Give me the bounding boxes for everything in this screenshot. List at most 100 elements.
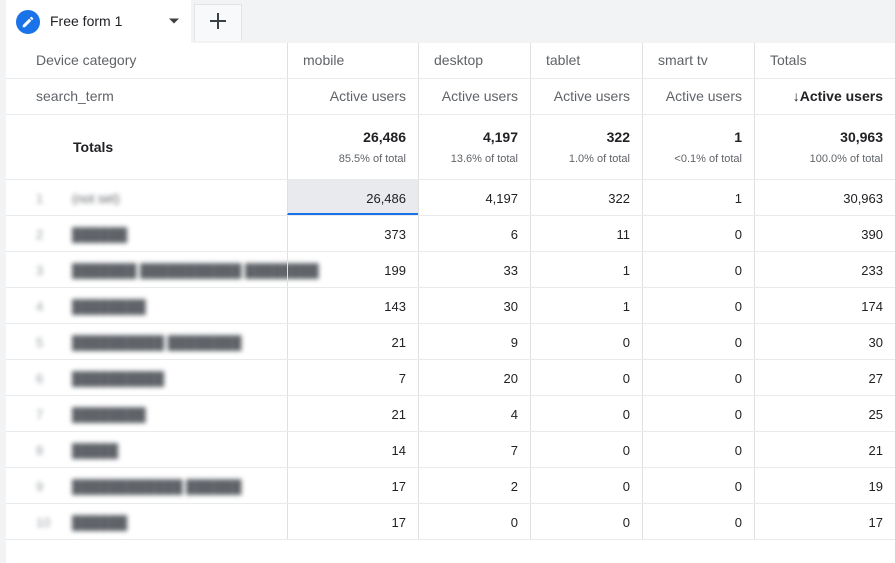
table-row[interactable]: 9 ████████████ ██████ 17 2 0 0 19 bbox=[6, 468, 895, 504]
value-cell[interactable]: 30,963 bbox=[754, 180, 895, 215]
total-value: 26,486 bbox=[363, 129, 406, 145]
cell-value: 26,486 bbox=[366, 191, 406, 206]
value-cell[interactable]: 0 bbox=[530, 360, 642, 395]
value-cell[interactable]: 17 bbox=[287, 468, 418, 503]
row-dimension-cell[interactable]: 6 ██████████ bbox=[6, 360, 287, 395]
value-cell[interactable]: 17 bbox=[287, 504, 418, 539]
row-dimension-cell[interactable]: 8 █████ bbox=[6, 432, 287, 467]
row-dimension-cell[interactable]: 3 ███████ ███████████ ████████ bbox=[6, 252, 319, 287]
tab-free-form-1[interactable]: Free form 1 bbox=[6, 0, 191, 43]
value-cell[interactable]: 9 bbox=[418, 324, 530, 359]
metric-header[interactable]: Active users bbox=[442, 88, 518, 104]
value-cell[interactable]: 7 bbox=[287, 360, 418, 395]
row-dimension-cell[interactable]: 5 ██████████ ████████ bbox=[6, 324, 287, 359]
cell-value: 4 bbox=[510, 407, 518, 422]
header-row: Device category mobile desktop tablet sm… bbox=[6, 43, 895, 79]
value-cell[interactable]: 373 bbox=[287, 216, 418, 251]
table-row[interactable]: 2 ██████ 373 6 11 0 390 bbox=[6, 216, 895, 252]
value-cell[interactable]: 0 bbox=[642, 468, 754, 503]
column-header[interactable]: smart tv bbox=[658, 52, 708, 68]
value-cell[interactable]: 1 bbox=[642, 180, 754, 215]
value-cell[interactable]: 2 bbox=[418, 468, 530, 503]
search-term: (not set) bbox=[72, 191, 120, 206]
value-cell[interactable]: 25 bbox=[754, 396, 895, 431]
column-header[interactable]: mobile bbox=[303, 52, 344, 68]
chevron-down-icon[interactable] bbox=[166, 13, 182, 29]
row-dimension-header[interactable]: search_term bbox=[36, 88, 114, 104]
value-cell[interactable]: 0 bbox=[418, 504, 530, 539]
cell-value: 33 bbox=[503, 263, 518, 278]
value-cell[interactable]: 19 bbox=[754, 468, 895, 503]
value-cell[interactable]: 0 bbox=[642, 396, 754, 431]
row-dimension-cell[interactable]: 4 ████████ bbox=[6, 288, 287, 323]
table-row[interactable]: 3 ███████ ███████████ ████████ 199 33 1 0 233 bbox=[6, 252, 895, 288]
cell-value: 14 bbox=[391, 443, 406, 458]
table-row[interactable]: 1 (not set) 26,486 4,197 322 1 30,963 bbox=[6, 180, 895, 216]
cell-value: 4,197 bbox=[485, 191, 518, 206]
value-cell[interactable]: 7 bbox=[418, 432, 530, 467]
row-dimension-cell[interactable]: 2 ██████ bbox=[6, 216, 287, 251]
row-index: 8 bbox=[36, 443, 44, 458]
value-cell[interactable]: 14 bbox=[287, 432, 418, 467]
total-percent: <0.1% of total bbox=[674, 153, 742, 165]
table-row[interactable]: 5 ██████████ ████████ 21 9 0 0 30 bbox=[6, 324, 895, 360]
value-cell[interactable]: 0 bbox=[530, 504, 642, 539]
value-cell[interactable]: 0 bbox=[642, 216, 754, 251]
value-cell[interactable]: 233 bbox=[754, 252, 895, 287]
column-header[interactable]: desktop bbox=[434, 52, 483, 68]
value-cell[interactable]: 143 bbox=[287, 288, 418, 323]
cell-value: 0 bbox=[734, 263, 742, 278]
metric-header[interactable]: Active users bbox=[554, 88, 630, 104]
value-cell[interactable]: 0 bbox=[642, 324, 754, 359]
value-cell[interactable]: 1 bbox=[530, 288, 642, 323]
column-header[interactable]: tablet bbox=[546, 52, 580, 68]
metric-header[interactable]: Active users bbox=[330, 88, 406, 104]
table-row[interactable]: 10 ██████ 17 0 0 0 17 bbox=[6, 504, 895, 540]
value-cell[interactable]: 17 bbox=[754, 504, 895, 539]
row-dimension-cell[interactable]: 7 ████████ bbox=[6, 396, 287, 431]
value-cell[interactable]: 30 bbox=[418, 288, 530, 323]
dimension-header[interactable]: Device category bbox=[36, 52, 136, 68]
total-percent: 100.0% of total bbox=[809, 153, 883, 165]
value-cell[interactable]: 0 bbox=[642, 288, 754, 323]
value-cell[interactable]: 322 bbox=[530, 180, 642, 215]
value-cell[interactable]: 1 bbox=[530, 252, 642, 287]
value-cell[interactable]: 11 bbox=[530, 216, 642, 251]
value-cell[interactable]: 20 bbox=[418, 360, 530, 395]
table-row[interactable]: 7 ████████ 21 4 0 0 25 bbox=[6, 396, 895, 432]
value-cell[interactable]: 0 bbox=[530, 396, 642, 431]
cell-value: 0 bbox=[622, 515, 630, 530]
add-tab-button[interactable] bbox=[194, 4, 242, 41]
value-cell[interactable]: 21 bbox=[287, 396, 418, 431]
value-cell[interactable]: 0 bbox=[530, 468, 642, 503]
value-cell[interactable]: 27 bbox=[754, 360, 895, 395]
value-cell[interactable]: 30 bbox=[754, 324, 895, 359]
value-cell[interactable]: 0 bbox=[530, 324, 642, 359]
row-dimension-cell[interactable]: 9 ████████████ ██████ bbox=[6, 468, 287, 503]
value-cell[interactable]: 199 bbox=[287, 252, 418, 287]
value-cell[interactable]: 0 bbox=[642, 360, 754, 395]
value-cell[interactable]: 4 bbox=[418, 396, 530, 431]
metric-header[interactable]: Active users bbox=[666, 88, 742, 104]
cell-value: 0 bbox=[510, 515, 518, 530]
sorted-metric-header[interactable]: ↓Active users bbox=[793, 88, 883, 104]
row-dimension-cell[interactable]: 10 ██████ bbox=[6, 504, 287, 539]
value-cell[interactable]: 174 bbox=[754, 288, 895, 323]
value-cell[interactable]: 4,197 bbox=[418, 180, 530, 215]
value-cell[interactable]: 33 bbox=[418, 252, 530, 287]
value-cell[interactable]: 6 bbox=[418, 216, 530, 251]
value-cell[interactable]: 26,486 bbox=[287, 180, 418, 215]
value-cell[interactable]: 21 bbox=[287, 324, 418, 359]
row-dimension-cell[interactable]: 1 (not set) bbox=[6, 180, 287, 215]
value-cell[interactable]: 0 bbox=[642, 252, 754, 287]
value-cell[interactable]: 0 bbox=[642, 504, 754, 539]
table-row[interactable]: 6 ██████████ 7 20 0 0 27 bbox=[6, 360, 895, 396]
value-cell[interactable]: 0 bbox=[530, 432, 642, 467]
table-row[interactable]: 8 █████ 14 7 0 0 21 bbox=[6, 432, 895, 468]
value-cell[interactable]: 0 bbox=[642, 432, 754, 467]
table-row[interactable]: 4 ████████ 143 30 1 0 174 bbox=[6, 288, 895, 324]
value-cell[interactable]: 390 bbox=[754, 216, 895, 251]
value-cell[interactable]: 21 bbox=[754, 432, 895, 467]
column-header[interactable]: Totals bbox=[770, 52, 807, 68]
pencil-icon[interactable] bbox=[16, 10, 40, 34]
